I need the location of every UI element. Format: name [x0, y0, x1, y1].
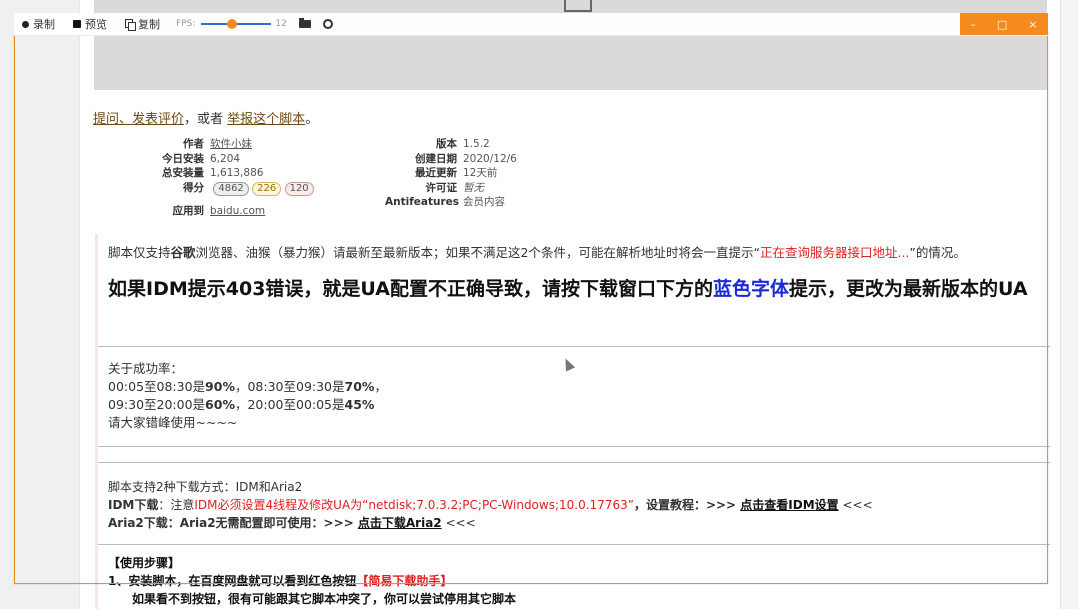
left-gutter — [0, 0, 79, 609]
header-logo-icon — [564, 0, 592, 12]
divider — [98, 544, 1050, 545]
success-rate: 关于成功率： 00:05至08:30是90%，08:30至09:30是70%， … — [108, 361, 387, 430]
fps-value: 12 — [275, 19, 287, 29]
links-or: ，或者 — [184, 112, 224, 127]
preview-button[interactable]: 预览 — [73, 16, 107, 32]
idm-settings-link[interactable]: 点击查看IDM设置 — [740, 498, 838, 512]
author-link[interactable]: 软件小妹 — [210, 138, 252, 150]
minimize-button[interactable]: – — [970, 18, 976, 31]
fps-slider-thumb[interactable] — [227, 19, 238, 29]
divider — [98, 446, 1050, 447]
links-end: 。 — [305, 112, 319, 127]
applies-link[interactable]: baidu.com — [210, 205, 265, 217]
meta-left: 作者 软件小妹 今日安装 6,204 总安装量 1,613,886 得分 4862 2… — [150, 137, 314, 218]
requirement-note: 脚本仅支持谷歌浏览器、油猴（暴力猴）请最新至最新版本；如果不满足这2个条件，可能… — [108, 245, 966, 260]
folder-icon[interactable] — [298, 18, 311, 28]
score-good-badge: 4862 — [213, 181, 249, 196]
meta-row-version: 版本 1.5.2 — [436, 138, 490, 150]
copy-button[interactable]: 复制 — [125, 16, 160, 32]
meta-row-updated: 最近更新 12天前 — [415, 167, 498, 179]
meta-row-today: 今日安装 6,204 — [162, 152, 241, 165]
aria2-download-link[interactable]: 点击下载Aria2 — [358, 516, 442, 530]
meta-row-license: 许可证 暂无 — [425, 181, 485, 194]
divider — [98, 462, 1050, 463]
meta-row-total: 总安装量 1,613,886 — [162, 167, 264, 179]
usage-steps: 【使用步骤】 1、安装脚本，在百度网盘就可以看到红色按钮【简易下载助手】 如果看… — [108, 556, 517, 606]
score-bad-badge: 120 — [284, 181, 314, 196]
score-ok-badge: 226 — [252, 181, 282, 196]
meta-row-author: 作者 软件小妹 — [183, 138, 252, 150]
copy-icon — [125, 19, 136, 31]
close-button[interactable]: × — [1028, 18, 1037, 31]
divider — [98, 346, 1050, 347]
fps-slider[interactable] — [201, 18, 272, 30]
recorder-toolbar: 录制 预览 复制 FPS: 12 – □ × — [14, 13, 1048, 36]
window-controls: – □ × — [960, 13, 1048, 35]
feedback-links: 提问、发表评价，或者 举报这个脚本。 — [93, 108, 318, 127]
download-methods: 脚本支持2种下载方式：IDM和Aria2 IDM下载：注意IDM必须设置4线程及… — [108, 480, 873, 530]
maximize-button[interactable]: □ — [997, 18, 1007, 31]
record-icon — [22, 20, 29, 28]
meta-row-score: 得分 4862 226 120 — [150, 181, 314, 196]
ua-heading: 如果IDM提示403错误，就是UA配置不正确导致，请按下载窗口下方的蓝色字体提示… — [108, 278, 1028, 300]
record-button[interactable]: 录制 — [22, 16, 55, 32]
report-link[interactable]: 举报这个脚本 — [227, 112, 305, 127]
fps-label: FPS: — [176, 19, 196, 29]
script-description: 脚本仅支持谷歌浏览器、油猴（暴力猴）请最新至最新版本；如果不满足这2个条件，可能… — [95, 234, 1050, 609]
stop-icon — [73, 20, 81, 28]
meta-row-antifeatures: Antifeatures 会员内容 — [385, 196, 505, 208]
meta-right: 版本 1.5.2 创建日期 2020/12/6 最近更新 12天前 许可证 暂无 Ant… — [385, 137, 517, 210]
github-icon[interactable] — [322, 19, 333, 29]
meta-row-applies: 应用到 baidu.com — [172, 204, 266, 217]
meta-row-created: 创建日期 2020/12/6 — [415, 152, 517, 165]
ask-review-link[interactable]: 提问、发表评价 — [93, 112, 184, 127]
